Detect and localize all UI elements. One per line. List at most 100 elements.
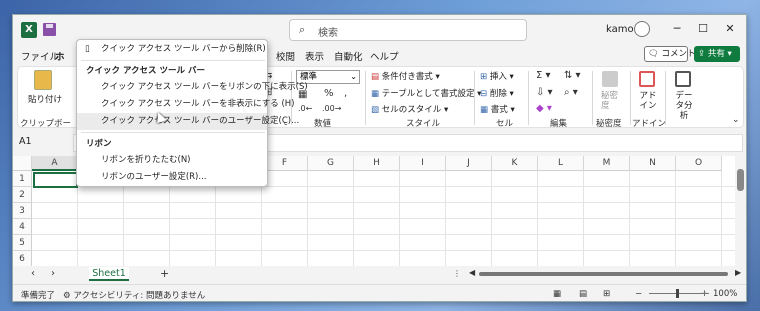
menu-item-customize-ribbon[interactable]: リボンのユーザー設定(R)...	[77, 169, 267, 186]
sheet-options-icon[interactable]: ⋮	[453, 269, 461, 278]
decrease-decimal-icon[interactable]: .00→	[322, 104, 341, 113]
tab-file[interactable]: ファイル	[21, 49, 59, 63]
paste-icon[interactable]	[34, 70, 52, 90]
row-header[interactable]: 2	[13, 187, 32, 203]
row-header[interactable]: 1	[13, 171, 32, 187]
search-icon: ⌕	[299, 23, 306, 36]
menu-item-collapse-ribbon[interactable]: リボンを折りたたむ(N)	[77, 152, 267, 169]
zoom-slider-thumb[interactable]	[676, 289, 679, 298]
sheet-tab[interactable]: Sheet1	[89, 267, 129, 281]
menu-item-remove-from-qat[interactable]: ▯ クイック アクセス ツール バーから削除(R)	[77, 41, 267, 58]
paste-label[interactable]: 貼り付け	[28, 93, 62, 105]
menu-header-ribbon: リボン	[86, 139, 112, 149]
row-header[interactable]: 6	[13, 251, 32, 267]
menu-item-customize-qat[interactable]: クイック アクセス ツール バーのユーザー設定(C)...	[77, 113, 299, 130]
column-header[interactable]: J	[446, 156, 492, 171]
addin-icon[interactable]	[639, 71, 655, 87]
page-break-icon[interactable]: ⊞	[603, 289, 610, 299]
accessibility-status[interactable]: ⚙ アクセシビリティ: 問題ありません	[63, 289, 205, 301]
column-header[interactable]: G	[308, 156, 354, 171]
search-box[interactable]: ⌕ 検索	[289, 19, 527, 41]
menu-item-label: クイック アクセス ツール バーをリボンの下に表示(S)	[101, 82, 308, 92]
column-header[interactable]: O	[676, 156, 722, 171]
insert-icon: ⊞	[480, 72, 488, 82]
sensitivity-label[interactable]: 秘密度	[601, 91, 621, 111]
tab-home[interactable]: ホ	[55, 49, 65, 63]
minimize-icon[interactable]: ─	[669, 22, 685, 35]
insert-label: 挿入	[489, 72, 507, 82]
collapse-ribbon-icon[interactable]: ⌄	[732, 115, 740, 125]
zoom-level[interactable]: 100%	[713, 289, 737, 299]
zoom-slider[interactable]	[649, 293, 709, 294]
tab-view[interactable]: 表示	[305, 49, 324, 63]
column-header[interactable]: A	[32, 156, 78, 171]
analyze-data-label[interactable]: データ分析	[672, 91, 696, 121]
save-icon[interactable]	[43, 23, 56, 36]
format-button[interactable]: ▦ 書式 ▾	[480, 103, 515, 115]
next-sheet-icon[interactable]: ›	[51, 268, 55, 279]
cell-style-button[interactable]: ▧ セルのスタイル ▾	[371, 103, 448, 115]
close-icon[interactable]: ✕	[722, 22, 738, 35]
column-header[interactable]: L	[538, 156, 584, 171]
sort-filter-icon[interactable]: ⇅ ▾	[564, 70, 581, 81]
normal-view-icon[interactable]: ▦	[553, 289, 561, 299]
prev-sheet-icon[interactable]: ‹	[31, 268, 35, 279]
menu-item-label: リボンを折りたたむ(N)	[101, 155, 191, 165]
separator	[474, 71, 475, 125]
row-header[interactable]: 3	[13, 203, 32, 219]
column-header[interactable]: I	[400, 156, 446, 171]
zoom-out-icon[interactable]: −	[635, 289, 642, 299]
select-all-corner[interactable]	[13, 156, 32, 171]
tab-review[interactable]: 校閲	[276, 49, 295, 63]
tab-automate[interactable]: 自動化	[334, 49, 363, 63]
accessibility-icon: ⚙	[63, 291, 71, 301]
name-box[interactable]: A1	[19, 136, 32, 147]
row-header[interactable]: 5	[13, 235, 32, 251]
user-name[interactable]: kamo	[606, 24, 634, 35]
percent-icon[interactable]: %	[324, 88, 334, 99]
row-header[interactable]: 4	[13, 219, 32, 235]
scroll-left-icon[interactable]: ◀	[469, 268, 475, 277]
group-addin-label: アドイン	[632, 119, 667, 129]
addin-label[interactable]: アドイン	[636, 91, 660, 111]
conditional-format-button[interactable]: ▤ 条件付き書式 ▾	[371, 70, 440, 82]
table-format-icon: ▦	[371, 89, 380, 99]
column-header[interactable]: F	[262, 156, 308, 171]
page-layout-icon[interactable]: ▤	[579, 289, 587, 299]
horizontal-scroll-thumb[interactable]	[479, 272, 728, 276]
gridline	[32, 234, 735, 235]
share-button[interactable]: ⇪ 共有 ▾	[694, 46, 740, 62]
find-icon[interactable]: ⌕ ▾	[564, 87, 578, 98]
vertical-scroll-thumb[interactable]	[737, 169, 744, 191]
column-header[interactable]: K	[492, 156, 538, 171]
avatar[interactable]	[634, 21, 650, 37]
autosum-icon[interactable]: Σ ▾	[536, 70, 551, 81]
delete-button[interactable]: ⊟ 削除 ▾	[480, 87, 514, 99]
add-sheet-button[interactable]: +	[160, 267, 169, 280]
conditional-format-label: 条件付き書式	[381, 72, 433, 82]
tab-help[interactable]: ヘルプ	[370, 49, 399, 63]
format-label: 書式	[490, 105, 508, 115]
sensitivity-icon[interactable]	[602, 71, 618, 87]
analyze-data-icon[interactable]	[675, 71, 691, 87]
separator	[665, 71, 666, 125]
comment-button[interactable]: 🗨 コメント	[644, 46, 696, 62]
column-header[interactable]: N	[630, 156, 676, 171]
column-header[interactable]: M	[584, 156, 630, 171]
increase-decimal-icon[interactable]: .0←	[298, 104, 312, 113]
insert-button[interactable]: ⊞ 挿入 ▾	[480, 70, 514, 82]
zoom-in-icon[interactable]: +	[701, 289, 708, 299]
selected-cell[interactable]	[33, 172, 78, 188]
accessibility-label: アクセシビリティ: 問題ありません	[73, 291, 206, 301]
menu-item-hide-qat[interactable]: クイック アクセス ツール バーを非表示にする (H)	[77, 96, 295, 113]
scroll-right-icon[interactable]: ▶	[735, 268, 741, 277]
clear-icon[interactable]: ◆ ▾	[536, 103, 552, 114]
menu-item-show-below[interactable]: クイック アクセス ツール バーをリボンの下に表示(S)	[77, 79, 308, 96]
fill-icon[interactable]: ⇩ ▾	[536, 87, 553, 98]
comma-icon[interactable]: ,	[344, 88, 347, 99]
column-header[interactable]: H	[354, 156, 400, 171]
group-cells-label: セル	[496, 119, 514, 129]
table-format-button[interactable]: ▦ テーブルとして書式設定 ▾	[371, 87, 481, 99]
maximize-icon[interactable]: ☐	[695, 22, 711, 35]
group-number-label: 数値	[314, 119, 332, 129]
